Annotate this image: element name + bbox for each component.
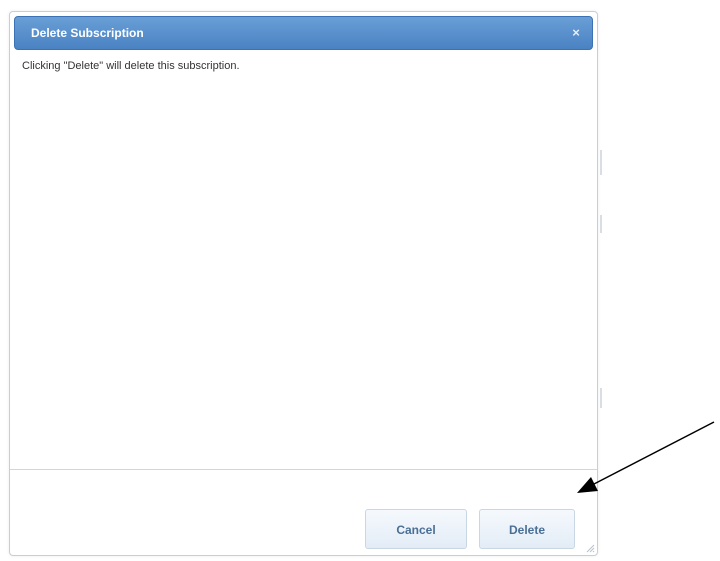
resize-grip-icon[interactable] [585,543,595,553]
cancel-button[interactable]: Cancel [365,509,467,549]
arrow-shaft [593,421,715,485]
dialog-titlebar[interactable]: Delete Subscription × [14,16,593,50]
delete-button[interactable]: Delete [479,509,575,549]
background-edge-mark [600,388,602,408]
dialog-message: Clicking "Delete" will delete this subsc… [22,60,240,72]
dialog-title: Delete Subscription [31,26,144,40]
screenshot-stage: Delete Subscription × Clicking "Delete" … [0,0,720,561]
delete-subscription-dialog: Delete Subscription × Clicking "Delete" … [9,11,598,556]
dialog-footer: Cancel Delete [10,469,597,555]
background-edge-mark [600,150,602,175]
close-icon[interactable]: × [568,25,584,41]
background-edge-mark [600,215,602,233]
